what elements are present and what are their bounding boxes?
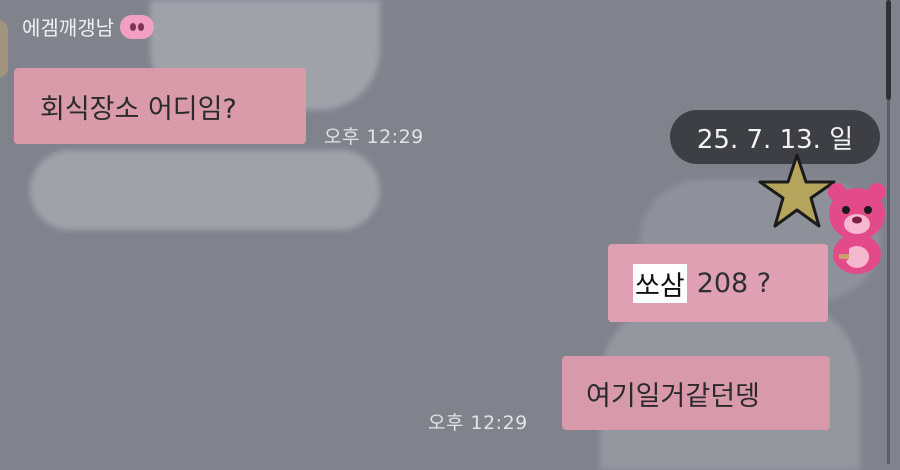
pig-nose-icon <box>120 14 154 39</box>
sender-name[interactable]: 에겜깨갱남 <box>22 12 114 41</box>
message-time: 오후 12:29 <box>324 126 424 148</box>
pink-bear-sticker <box>828 183 886 274</box>
scrollbar-thumb[interactable] <box>886 0 891 100</box>
message-text: 여기일거같던뎅 <box>586 380 760 412</box>
message-time: 오후 12:29 <box>428 412 528 434</box>
highlighted-text: 쏘삼 <box>633 263 687 303</box>
message-text: 회식장소 어디임? <box>40 93 237 125</box>
message-text: 208 ? <box>696 267 772 299</box>
sender-header: 에겜깨갱남 <box>22 12 154 41</box>
message-bubble-outgoing[interactable]: 여기일거같던뎅 <box>562 356 830 430</box>
message-bubble-incoming[interactable]: 회식장소 어디임? <box>14 68 306 144</box>
message-bubble-outgoing[interactable]: 쏘삼 208 ? <box>608 244 828 322</box>
background-shape <box>30 150 380 230</box>
sender-avatar[interactable] <box>0 20 8 78</box>
